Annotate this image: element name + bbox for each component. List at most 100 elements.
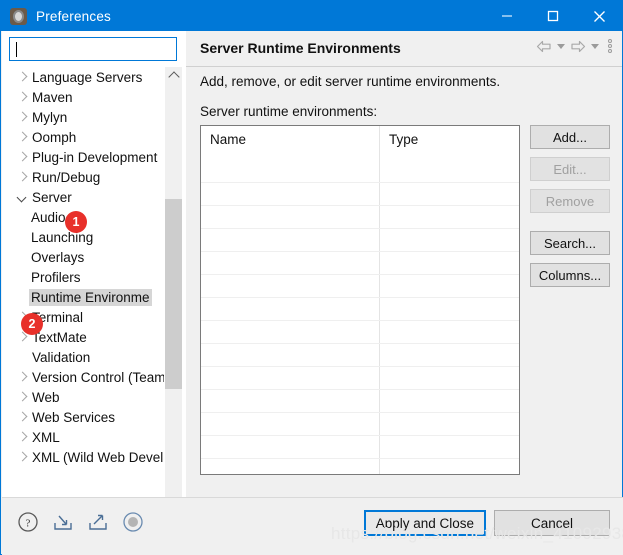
list-label: Server runtime environments: (200, 104, 378, 119)
table-row[interactable] (201, 183, 519, 206)
cancel-button[interactable]: Cancel (494, 510, 610, 536)
remove-button: Remove (530, 189, 610, 213)
table-row[interactable] (201, 413, 519, 436)
tree-item-language-servers[interactable]: Language Servers (9, 67, 164, 87)
main-panel: Server Runtime Environments Add, remove,… (186, 31, 622, 497)
svg-text:?: ? (26, 518, 31, 530)
add-button[interactable]: Add... (530, 125, 610, 149)
tree-item-label: Version Control (Team (32, 369, 164, 385)
tree-item-label: Language Servers (32, 69, 143, 85)
tree-item-label: Runtime Environme (29, 288, 152, 306)
table-row[interactable] (201, 321, 519, 344)
tree-item-label: Oomph (32, 129, 77, 145)
window-controls (484, 1, 622, 31)
tree-item-oomph[interactable]: Oomph (9, 127, 164, 147)
tree-item-web-services[interactable]: Web Services (9, 407, 164, 427)
chevron-right-icon[interactable] (17, 412, 27, 422)
footer-buttons: Apply and Close Cancel (363, 510, 610, 536)
table-row[interactable] (201, 436, 519, 459)
table-row[interactable] (201, 160, 519, 183)
edit-button: Edit... (530, 157, 610, 181)
close-button[interactable] (576, 1, 622, 31)
tree-item-version-control-team[interactable]: Version Control (Team (9, 367, 164, 387)
chevron-right-icon[interactable] (17, 172, 27, 182)
table-row[interactable] (201, 206, 519, 229)
minimize-button[interactable] (484, 1, 530, 31)
scroll-up-icon[interactable] (165, 67, 182, 84)
forward-arrow-icon[interactable] (570, 40, 586, 53)
panel-header-icons (536, 39, 614, 53)
tree-item-label: Mylyn (32, 109, 68, 125)
chevron-right-icon[interactable] (17, 432, 27, 442)
tree-item-label: Web (32, 389, 60, 405)
chevron-right-icon[interactable] (17, 392, 27, 402)
chevron-right-icon[interactable] (17, 452, 27, 462)
tree-item-launching[interactable]: Launching (9, 227, 164, 247)
chevron-right-icon[interactable] (17, 372, 27, 382)
tree-item-server[interactable]: Server (9, 187, 164, 207)
table-row[interactable] (201, 252, 519, 275)
tree-item-label: XML (32, 429, 60, 445)
tree-item-plug-in-development[interactable]: Plug-in Development (9, 147, 164, 167)
table-row[interactable] (201, 275, 519, 298)
column-header-type[interactable]: Type (379, 126, 519, 160)
back-arrow-icon[interactable] (536, 40, 552, 53)
runtime-environments-table[interactable]: Name Type (200, 125, 520, 475)
help-icon[interactable]: ? (16, 510, 40, 534)
sidebar-panel: Language Servers Maven Mylyn Oomph Plug-in D… (2, 31, 211, 525)
search-box[interactable] (9, 37, 177, 61)
chevron-down-icon[interactable] (17, 192, 27, 202)
tree-item-overlays[interactable]: Overlays (9, 247, 164, 267)
chevron-right-icon[interactable] (17, 72, 27, 82)
panel-header: Server Runtime Environments (186, 31, 622, 67)
tree-item-label: Plug-in Development (32, 149, 158, 165)
page-description: Add, remove, or edit server runtime envi… (200, 74, 501, 89)
table-header-row: Name Type (201, 126, 519, 160)
tree-item-label: Server (32, 189, 72, 205)
window-title: Preferences (36, 8, 111, 24)
tree-vertical-scrollbar[interactable] (165, 67, 182, 511)
tree-item-label: Maven (32, 89, 73, 105)
tree-item-label: Audio (31, 209, 66, 225)
export-icon[interactable] (86, 510, 110, 534)
back-dropdown-icon[interactable] (557, 43, 565, 49)
apply-and-close-button[interactable]: Apply and Close (363, 510, 486, 536)
preferences-gear-icon (10, 7, 27, 25)
chevron-right-icon[interactable] (17, 112, 27, 122)
table-row[interactable] (201, 367, 519, 390)
tree-item-xml-wild-web-devel[interactable]: XML (Wild Web Devel (9, 447, 164, 467)
vertical-scroll-thumb[interactable] (165, 199, 182, 389)
search-input[interactable] (10, 38, 176, 60)
chevron-right-icon[interactable] (17, 92, 27, 102)
tree-item-mylyn[interactable]: Mylyn (9, 107, 164, 127)
preferences-tree[interactable]: Language Servers Maven Mylyn Oomph Plug-in D… (9, 67, 164, 495)
tree-item-xml[interactable]: XML (9, 427, 164, 447)
chevron-right-icon[interactable] (17, 132, 27, 142)
table-row[interactable] (201, 459, 519, 474)
preferences-dialog: Preferences Language Servers Maven Mylyn Oo… (0, 0, 623, 555)
tree-item-web[interactable]: Web (9, 387, 164, 407)
tree-item-run-debug[interactable]: Run/Debug (9, 167, 164, 187)
maximize-button[interactable] (530, 1, 576, 31)
chevron-right-icon[interactable] (17, 152, 27, 162)
tree-item-maven[interactable]: Maven (9, 87, 164, 107)
column-header-name[interactable]: Name (201, 126, 379, 160)
tree-item-label: Profilers (31, 269, 81, 285)
columns-button[interactable]: Columns... (530, 263, 610, 287)
table-row[interactable] (201, 229, 519, 252)
table-row[interactable] (201, 298, 519, 321)
tree-item-label: XML (Wild Web Devel (32, 449, 164, 465)
step-badge-2: 2 (21, 313, 43, 335)
tree-item-runtime-environme[interactable]: Runtime Environme (9, 287, 164, 307)
text-caret (16, 42, 17, 57)
restore-defaults-icon[interactable] (121, 510, 145, 534)
step-badge-1: 1 (65, 211, 87, 233)
import-icon[interactable] (51, 510, 75, 534)
view-menu-icon[interactable] (608, 39, 612, 53)
tree-item-validation[interactable]: Validation (9, 347, 164, 367)
forward-dropdown-icon[interactable] (591, 43, 599, 49)
tree-item-profilers[interactable]: Profilers (9, 267, 164, 287)
table-row[interactable] (201, 344, 519, 367)
table-row[interactable] (201, 390, 519, 413)
search-button[interactable]: Search... (530, 231, 610, 255)
